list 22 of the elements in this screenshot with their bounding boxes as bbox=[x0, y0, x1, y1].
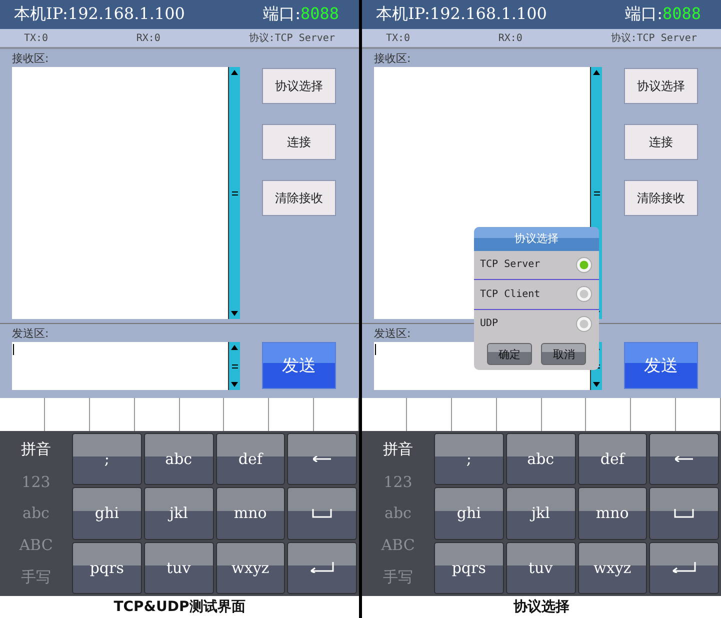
protocol-status: 协议:TCP Server bbox=[610, 32, 697, 45]
port-value: 8088 bbox=[300, 4, 339, 25]
option-label: TCP Server bbox=[480, 259, 540, 270]
send-label: 发送区: bbox=[374, 326, 412, 342]
send-label: 发送区: bbox=[12, 326, 50, 342]
rx-count: RX:0 bbox=[498, 32, 522, 44]
port-value: 8088 bbox=[662, 4, 701, 25]
dialog-title: 协议选择 bbox=[514, 231, 558, 246]
receive-label: 接收区: bbox=[12, 51, 50, 67]
port-label: 端口: bbox=[625, 4, 662, 25]
receive-label: 接收区: bbox=[374, 51, 412, 67]
rx-count: RX:0 bbox=[136, 32, 160, 44]
tx-count: TX:0 bbox=[24, 32, 48, 44]
port-label: 端口: bbox=[263, 4, 300, 25]
tx-count: TX:0 bbox=[386, 32, 410, 44]
figure-caption: TCP&UDP测试界面 bbox=[114, 598, 246, 616]
protocol-status: 协议:TCP Server bbox=[248, 32, 335, 45]
ip-label: 本机IP:192.168.1.100 bbox=[14, 4, 185, 25]
figure-caption: 协议选择 bbox=[514, 598, 570, 616]
option-label: TCP Client bbox=[480, 288, 540, 300]
ip-label: 本机IP:192.168.1.100 bbox=[376, 4, 547, 25]
option-label: UDP bbox=[480, 318, 498, 330]
